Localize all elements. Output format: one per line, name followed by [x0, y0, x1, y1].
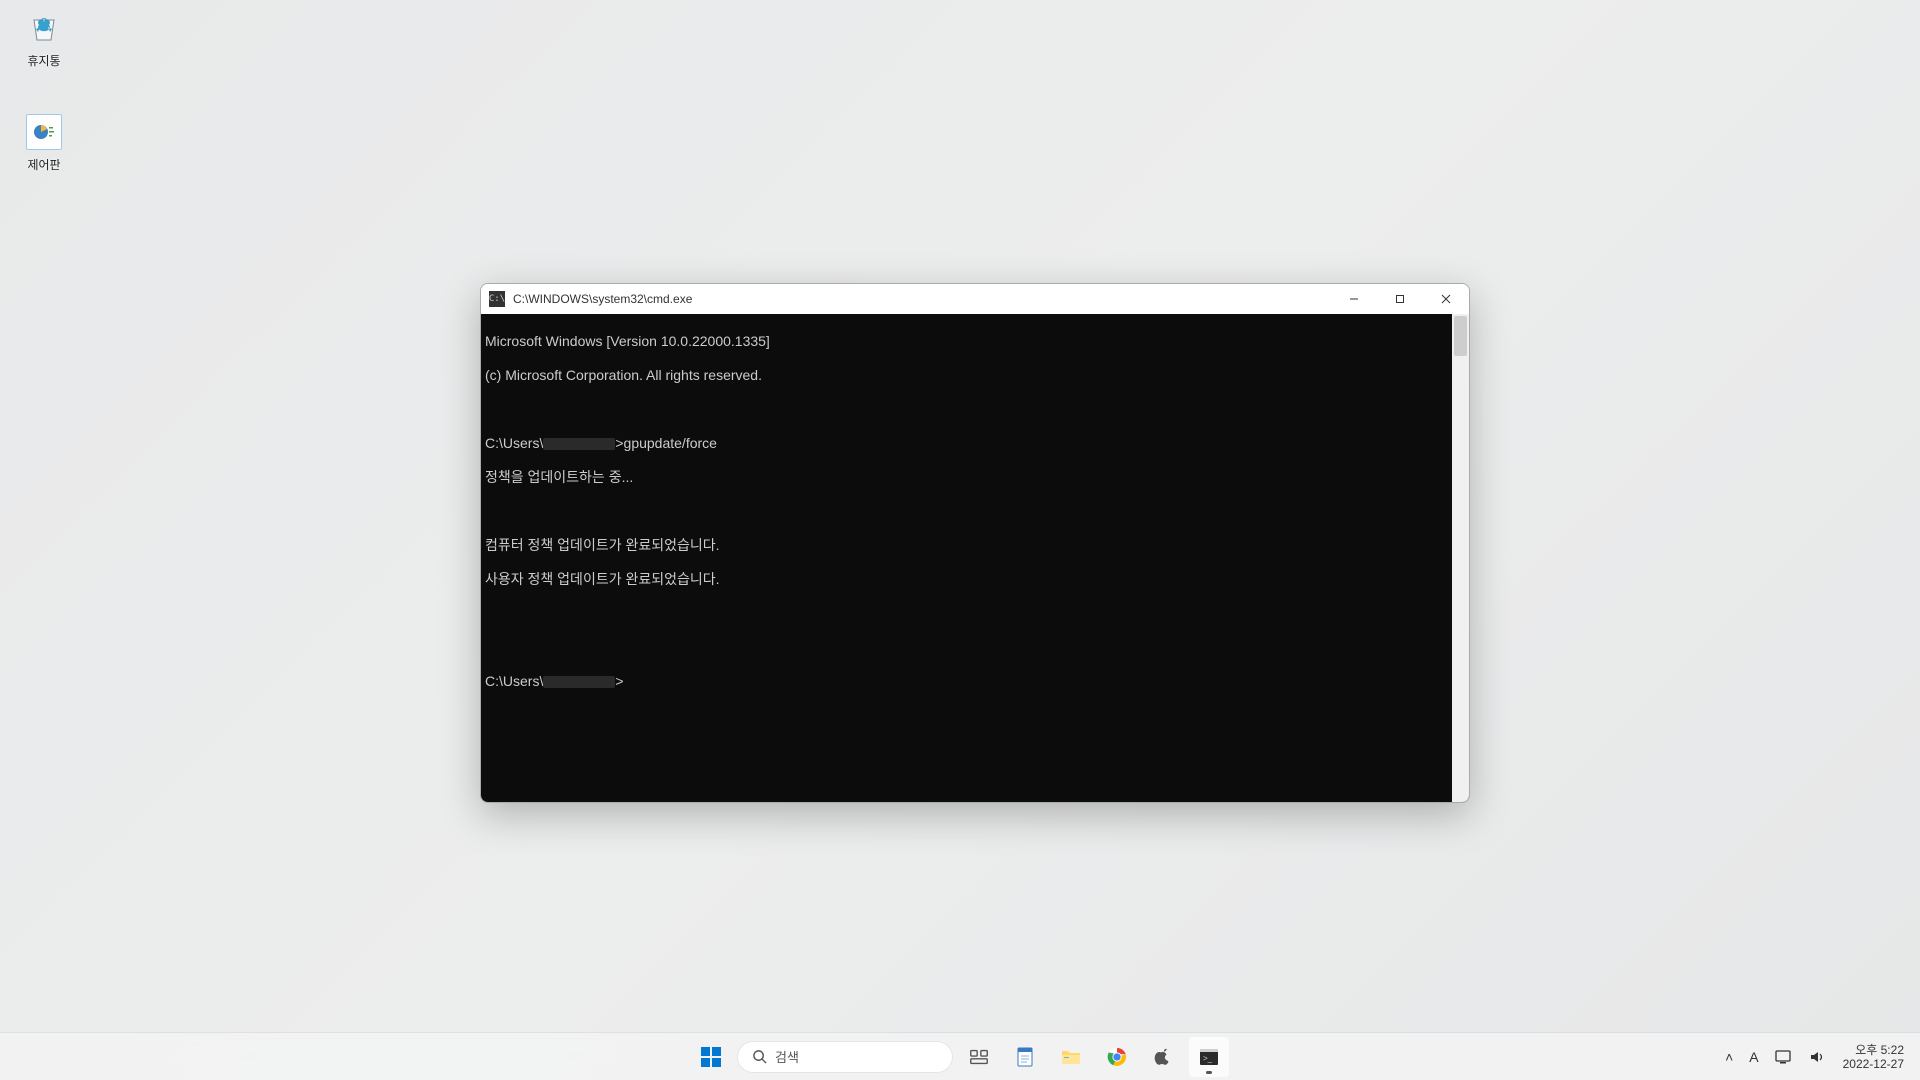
volume-icon — [1809, 1050, 1825, 1064]
control-panel-icon — [24, 112, 64, 152]
taskbar-center: 검색 — [691, 1037, 1229, 1077]
terminal-line — [485, 639, 1465, 656]
terminal-line: 정책을 업데이트하는 중... — [485, 469, 1465, 486]
time-label: 오후 5:22 — [1855, 1043, 1904, 1057]
redacted-username — [543, 438, 615, 450]
desktop-icon-label: 제어판 — [27, 156, 60, 173]
apple-button[interactable] — [1143, 1037, 1183, 1077]
volume-button[interactable] — [1803, 1037, 1831, 1077]
scrollbar-thumb[interactable] — [1454, 316, 1467, 356]
close-button[interactable] — [1423, 284, 1469, 314]
start-button[interactable] — [691, 1037, 731, 1077]
cmd-window[interactable]: C:\ C:\WINDOWS\system32\cmd.exe Microsof… — [480, 283, 1470, 803]
file-explorer-icon — [1059, 1045, 1083, 1069]
system-tray: ˄ A 오후 5:22 2022-12-27 — [1719, 1033, 1912, 1080]
redacted-username — [543, 676, 615, 688]
cmd-taskbar-button[interactable]: >_ — [1189, 1037, 1229, 1077]
terminal-line — [485, 503, 1465, 520]
desktop-icon-label: 휴지통 — [27, 52, 60, 69]
desktop[interactable]: 휴지통 제어판 C:\ C:\WINDOWS\system32\cmd.exe — [0, 0, 1920, 1032]
taskbar: 검색 — [0, 1032, 1920, 1080]
terminal-line: Microsoft Windows [Version 10.0.22000.13… — [485, 333, 1465, 350]
svg-text:>_: >_ — [1203, 1054, 1213, 1063]
terminal-icon: >_ — [1197, 1045, 1221, 1069]
terminal-line — [485, 401, 1465, 418]
ime-label: A — [1749, 1049, 1758, 1065]
task-view-button[interactable] — [959, 1037, 999, 1077]
terminal-prompt[interactable]: C:\Users\> — [485, 673, 1465, 690]
maximize-button[interactable] — [1377, 284, 1423, 314]
clock[interactable]: 오후 5:22 2022-12-27 — [1835, 1037, 1912, 1077]
notepad-icon — [1013, 1045, 1037, 1069]
recycle-bin-icon — [24, 8, 64, 48]
terminal-line: 사용자 정책 업데이트가 완료되었습니다. — [485, 571, 1465, 588]
titlebar[interactable]: C:\ C:\WINDOWS\system32\cmd.exe — [481, 284, 1469, 314]
terminal-output[interactable]: Microsoft Windows [Version 10.0.22000.13… — [481, 314, 1469, 802]
task-view-icon — [968, 1046, 990, 1068]
file-explorer-button[interactable] — [1051, 1037, 1091, 1077]
terminal-line: (c) Microsoft Corporation. All rights re… — [485, 367, 1465, 384]
network-button[interactable] — [1769, 1037, 1799, 1077]
tray-overflow-button[interactable]: ˄ — [1719, 1037, 1739, 1077]
chrome-icon — [1106, 1046, 1128, 1068]
window-title: C:\WINDOWS\system32\cmd.exe — [513, 292, 692, 306]
chrome-button[interactable] — [1097, 1037, 1137, 1077]
minimize-button[interactable] — [1331, 284, 1377, 314]
date-label: 2022-12-27 — [1843, 1057, 1904, 1071]
notepad-button[interactable] — [1005, 1037, 1045, 1077]
apple-icon — [1153, 1046, 1173, 1068]
desktop-icon-control-panel[interactable]: 제어판 — [6, 108, 82, 177]
ime-indicator[interactable]: A — [1743, 1037, 1764, 1077]
desktop-icon-recycle-bin[interactable]: 휴지통 — [6, 4, 82, 73]
search-input[interactable]: 검색 — [737, 1041, 953, 1073]
scrollbar[interactable] — [1452, 314, 1469, 802]
search-icon — [752, 1049, 767, 1064]
network-icon — [1775, 1050, 1793, 1064]
terminal-line: C:\Users\>gpupdate/force — [485, 435, 1465, 452]
search-placeholder: 검색 — [775, 1047, 799, 1066]
terminal-line — [485, 605, 1465, 622]
cmd-title-icon: C:\ — [489, 291, 505, 307]
chevron-up-icon: ˄ — [1725, 1049, 1733, 1065]
terminal-line: 컴퓨터 정책 업데이트가 완료되었습니다. — [485, 537, 1465, 554]
start-icon — [699, 1045, 723, 1069]
